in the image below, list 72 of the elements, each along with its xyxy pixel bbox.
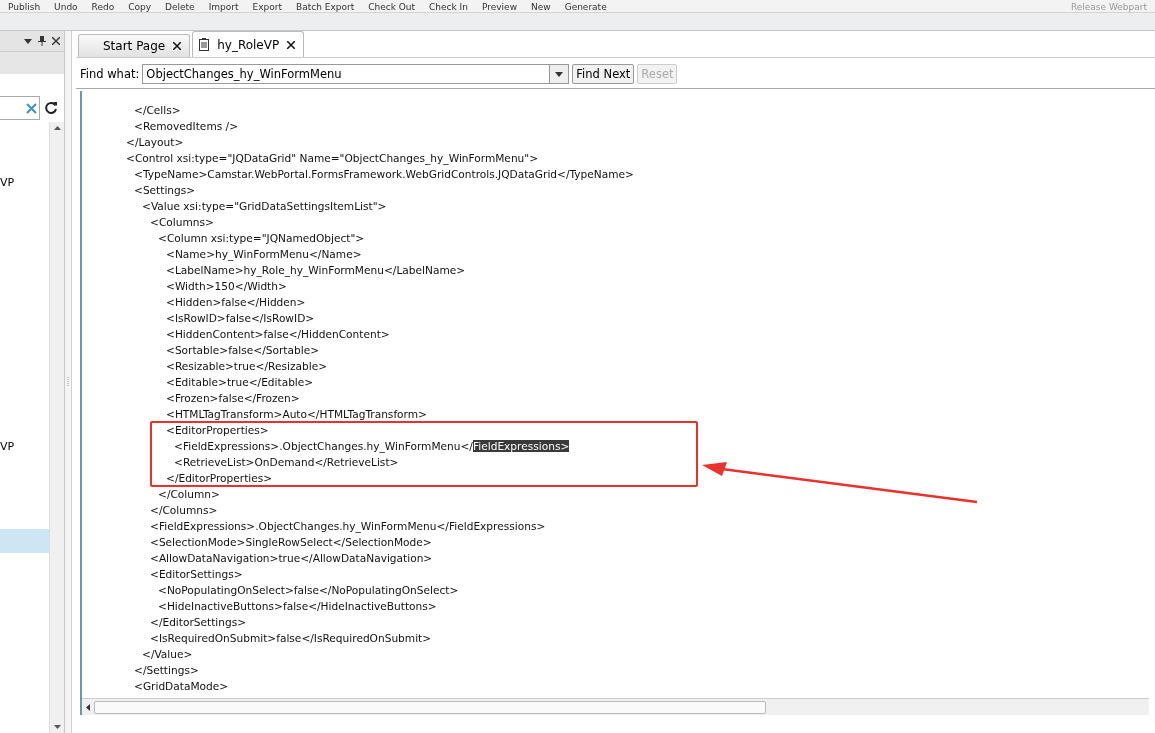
code-line: <SelectionMode>SingleRowSelect</SelectionMode>	[149, 535, 433, 550]
toolbar-item[interactable]: Delete	[165, 2, 195, 12]
tab[interactable]: Start Page	[78, 34, 191, 57]
code-line: <IsRequiredOnSubmit>false</IsRequiredOnSubmit>	[149, 631, 433, 646]
pin-icon[interactable]	[38, 36, 46, 46]
code-line: </EditorSettings>	[149, 615, 248, 630]
code-line: <Control xsi:type="JQDataGrid" Name="ObjectChanges_hy_WinFormMenu">	[126, 151, 540, 166]
toolbar-item[interactable]: New	[531, 2, 551, 12]
code-line: <GridDataMode>	[133, 679, 230, 694]
code-line: <Column xsi:type="JQNamedObject">	[157, 231, 366, 246]
code-line: <TypeName>Camstar.WebPortal.FormsFramework.WebGridControls.JQDataGrid</TypeName>	[133, 167, 635, 182]
code-line: </Columns>	[149, 503, 219, 518]
toolbar-item[interactable]: Generate	[564, 2, 607, 12]
toolbar-item[interactable]: Import	[208, 2, 239, 12]
tree-item[interactable]: VP	[0, 170, 49, 194]
code-line: <Hidden>false</Hidden>	[165, 295, 307, 310]
document-icon	[199, 38, 210, 51]
code-line: </Cells>	[133, 103, 182, 118]
code-line: </Layout>	[126, 135, 185, 150]
find-label: Find what:	[80, 67, 140, 81]
code-line: <Frozen>false</Frozen>	[165, 391, 301, 406]
toolbar-item[interactable]: Preview	[481, 2, 517, 12]
toolbar-item[interactable]: Check In	[429, 2, 468, 12]
code-line: <HideInactiveButtons>false</HideInactiveButtons>	[157, 599, 438, 614]
code-line: <Width>150</Width>	[165, 279, 288, 294]
toolbar-item[interactable]: Check Out	[368, 2, 416, 12]
splitter-grip-icon[interactable]	[66, 377, 70, 387]
code-line: <Value xsi:type="GridDataSettingsItemList">	[141, 199, 388, 214]
code-line: <Columns>	[149, 215, 215, 230]
dropdown-icon[interactable]	[24, 38, 32, 44]
horizontal-scrollbar[interactable]	[82, 698, 1149, 715]
close-icon[interactable]	[173, 42, 182, 50]
scroll-down-icon[interactable]	[53, 725, 61, 729]
toolbar-item[interactable]: Redo	[91, 2, 115, 12]
toolbar-item[interactable]: Batch Export	[296, 2, 355, 12]
code-line: <HTMLTagTransform>Auto</HTMLTagTransform>	[165, 407, 428, 422]
toolbar-item[interactable]: Publish	[8, 2, 41, 12]
scroll-up-icon[interactable]	[53, 126, 61, 130]
code-line: <HiddenContent>false</HiddenContent>	[165, 327, 391, 342]
code-line: <Name>hy_WinFormMenu</Name>	[165, 247, 363, 262]
close-icon[interactable]	[287, 40, 296, 49]
tab[interactable]: hy_RoleVP	[192, 31, 305, 57]
code-line: </Settings>	[133, 663, 200, 678]
code-line: <FieldExpressions>.ObjectChanges.hy_WinFormMenu</FieldExpressions>	[149, 519, 547, 534]
code-line: <LabelName>hy_Role_hy_WinFormMenu</LabelName>	[165, 263, 467, 278]
toolbar-item[interactable]: Export	[252, 2, 282, 12]
code-line: <Resizable>true</Resizable>	[165, 359, 329, 374]
caret-down-icon[interactable]	[555, 71, 564, 77]
code-line: <EditorSettings>	[149, 567, 244, 582]
code-line: <IsRowID>false</IsRowID>	[165, 311, 316, 326]
toolbar-item[interactable]: Undo	[54, 2, 78, 12]
scroll-left-icon[interactable]	[86, 703, 90, 711]
code-line: <RetrieveList>OnDemand</RetrieveList>	[173, 455, 400, 470]
code-line: <Editable>true</Editable>	[165, 375, 315, 390]
search-field[interactable]	[0, 96, 40, 120]
code-line: <RemovedItems />	[133, 119, 240, 134]
find-bar-button[interactable]: Find Next	[572, 64, 635, 84]
code-line: <Sortable>false</Sortable>	[165, 343, 321, 358]
close-icon[interactable]	[52, 37, 60, 45]
code-line: </EditorProperties>	[165, 471, 274, 486]
code-line: <Settings>	[133, 183, 197, 198]
code-line: <AllowDataNavigation>true</AllowDataNavigation>	[149, 551, 434, 566]
code-line: </Value>	[141, 647, 194, 662]
refresh-icon[interactable]	[44, 101, 58, 115]
tree-item[interactable]: VP	[0, 434, 49, 458]
code-line: <NoPopulatingOnSelect>false</NoPopulatingOnSelect>	[157, 583, 460, 598]
find-combo-box[interactable]: ObjectChanges_hy_WinFormMenu	[142, 64, 570, 84]
toolbar-item[interactable]: Copy	[128, 2, 152, 12]
vertical-scrollbar[interactable]	[49, 122, 64, 733]
code-line: <EditorProperties>	[165, 423, 270, 438]
code-line: </Column>	[157, 487, 221, 502]
clear-icon[interactable]	[26, 102, 37, 114]
